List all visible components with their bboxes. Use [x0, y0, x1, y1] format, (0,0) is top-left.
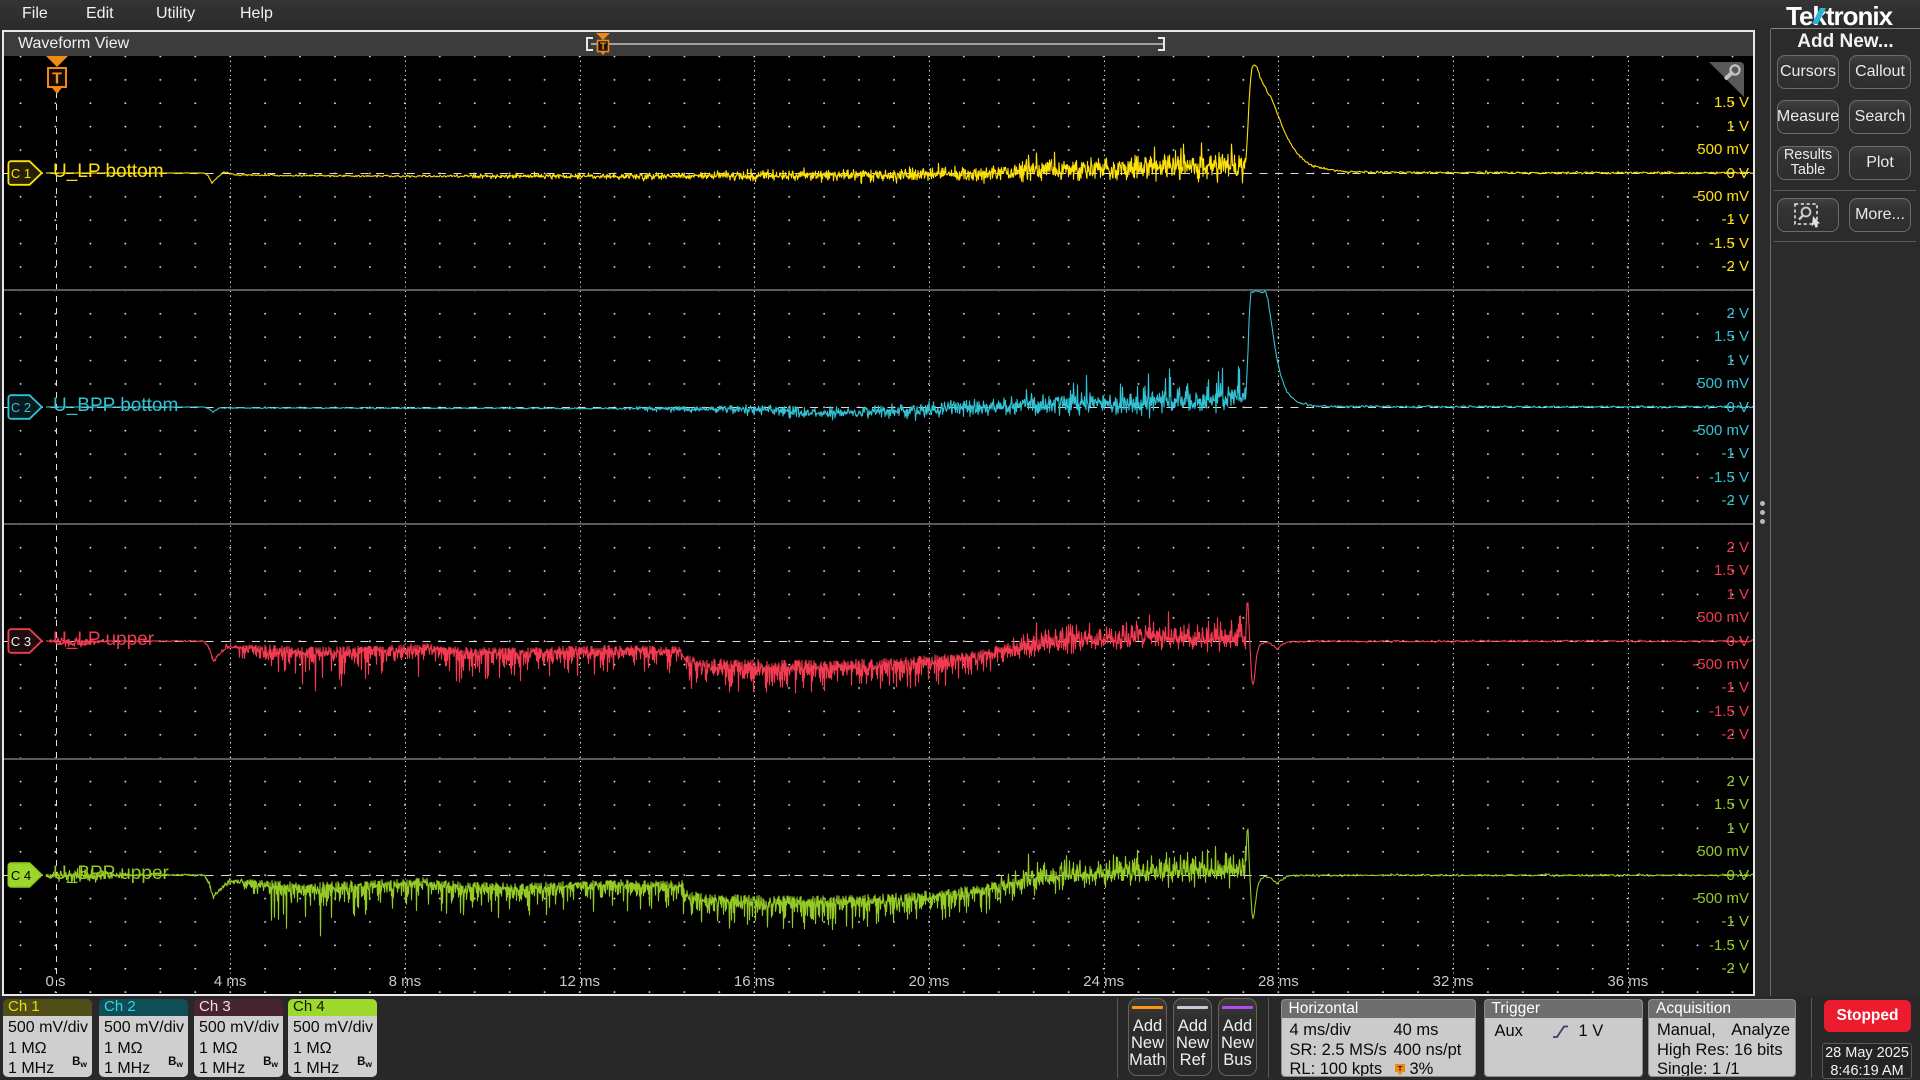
svg-text:T: T [1397, 1064, 1402, 1073]
svg-text:C 3: C 3 [11, 634, 31, 649]
svg-text:C 4: C 4 [11, 868, 31, 883]
svg-text:T: T [600, 42, 606, 53]
svg-text:C 1: C 1 [11, 166, 31, 181]
svg-text:C 2: C 2 [11, 400, 31, 415]
